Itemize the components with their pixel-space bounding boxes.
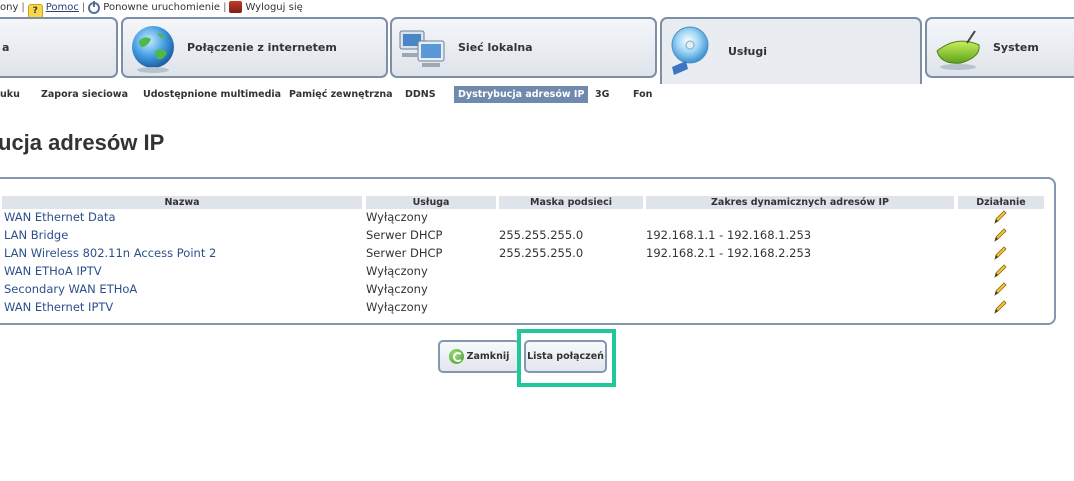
restart-link[interactable]: Ponowne uruchomienie (103, 2, 220, 13)
page-title: ucja adresów IP (0, 130, 165, 155)
row-service: Wyłączony (366, 210, 428, 224)
tab-internet-connection[interactable]: Połączenie z internetem (121, 17, 388, 78)
globe-icon (132, 26, 174, 73)
row-name-link[interactable]: WAN Ethernet Data (4, 208, 116, 226)
tab-services[interactable]: Usługi (660, 17, 922, 84)
row-name-link[interactable]: Secondary WAN ETHoA (4, 280, 137, 298)
row-name-link[interactable]: LAN Wireless 802.11n Access Point 2 (4, 244, 216, 262)
top-link-partial[interactable]: ony (0, 2, 18, 13)
row-mask: 255.255.255.0 (499, 246, 584, 260)
tab-home[interactable]: a (0, 17, 118, 78)
ip-distribution-table: Nazwa Usługa Maska podsieci Zakres dynam… (0, 177, 1056, 325)
table-row: LAN Bridge Serwer DHCP 255.255.255.0 192… (0, 226, 1054, 244)
subnav-item-ip-distribution[interactable]: Dystrybucja adresów IP (454, 86, 589, 103)
computers-icon (399, 30, 445, 67)
disc-icon (671, 26, 709, 75)
subnav-item-fon[interactable]: Fon (633, 86, 652, 103)
top-links-bar: ony |? Pomoc | Ponowne uruchomienie | Wyloguj … (0, 0, 303, 19)
row-name-link[interactable]: WAN Ethernet IPTV (4, 298, 113, 316)
pencil-icon[interactable] (993, 227, 1007, 243)
row-service: Serwer DHCP (366, 228, 443, 242)
row-range: 192.168.2.1 - 192.168.2.253 (646, 246, 812, 260)
table-row: LAN Wireless 802.11n Access Point 2 Serw… (0, 244, 1054, 262)
subnav-item-partial[interactable]: uku (0, 86, 20, 103)
pencil-icon[interactable] (993, 299, 1007, 315)
tab-system-label: System (993, 41, 1039, 54)
subnav-item-ddns[interactable]: DDNS (405, 86, 436, 103)
tab-services-label: Usługi (728, 45, 768, 58)
table-row: WAN Ethernet IPTV Wyłączony (0, 298, 1054, 316)
row-name-link[interactable]: WAN ETHoA IPTV (4, 262, 102, 280)
table-row: Secondary WAN ETHoA Wyłączony (0, 280, 1054, 298)
power-icon (88, 1, 101, 14)
tab-internet-connection-label: Połączenie z internetem (187, 41, 337, 54)
pencil-icon[interactable] (993, 209, 1007, 225)
subnav-item-external-storage[interactable]: Pamięć zewnętrzna (289, 86, 393, 103)
subnav-item-firewall[interactable]: Zapora sieciowa (41, 86, 128, 103)
tab-local-network-label: Sieć lokalna (458, 41, 533, 54)
pencil-icon[interactable] (993, 281, 1007, 297)
table-row: WAN ETHoA IPTV Wyłączony (0, 262, 1054, 280)
close-button-label: Zamknij (466, 351, 510, 362)
pencil-icon[interactable] (993, 245, 1007, 261)
row-service: Wyłączony (366, 282, 428, 296)
router-icon (936, 30, 980, 70)
row-range: 192.168.1.1 - 192.168.1.253 (646, 228, 812, 242)
row-service: Wyłączony (366, 300, 428, 314)
tab-system[interactable]: System (925, 17, 1074, 78)
tab-home-label: a (2, 41, 10, 54)
row-service: Serwer DHCP (366, 246, 443, 260)
row-service: Wyłączony (366, 264, 428, 278)
pencil-icon[interactable] (993, 263, 1007, 279)
help-link[interactable]: Pomoc (46, 2, 79, 13)
table-row: WAN Ethernet Data Wyłączony (0, 208, 1054, 226)
logout-icon (229, 1, 243, 13)
close-button[interactable]: Zamknij (438, 340, 520, 373)
subnav-item-3g[interactable]: 3G (595, 86, 609, 103)
focus-highlight (517, 329, 616, 387)
logout-link[interactable]: Wyloguj się (245, 2, 302, 13)
tab-local-network[interactable]: Sieć lokalna (390, 17, 657, 78)
row-mask: 255.255.255.0 (499, 228, 584, 242)
row-name-link[interactable]: LAN Bridge (4, 226, 68, 244)
refresh-icon (448, 349, 464, 364)
subnav-item-shared-media[interactable]: Udostępnione multimedia (143, 86, 281, 103)
